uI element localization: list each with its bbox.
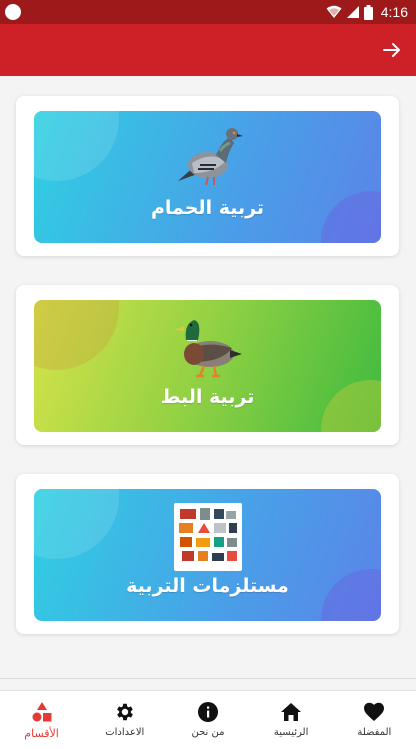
app-bar xyxy=(0,24,416,76)
duck-image xyxy=(173,320,242,378)
nav-item-settings[interactable]: الاعدادات xyxy=(83,691,166,749)
category-tile-supplies[interactable]: مستلزمات التربية xyxy=(34,489,381,621)
nav-item-home[interactable]: الرئيسية xyxy=(250,691,333,749)
nav-label: من نحن xyxy=(191,727,225,738)
battery-icon xyxy=(363,4,373,20)
home-icon xyxy=(281,703,302,721)
category-card-ducks: تربية البط xyxy=(16,285,399,445)
decor-circle xyxy=(34,300,119,370)
category-label: تربية الحمام xyxy=(150,197,265,219)
nav-item-favorites[interactable]: المفضلة xyxy=(333,691,416,749)
category-card-supplies: مستلزمات التربية xyxy=(16,474,399,634)
signal-icon xyxy=(346,6,359,18)
decor-circle xyxy=(34,489,119,559)
divider xyxy=(0,678,416,679)
pigeon-image xyxy=(177,128,243,186)
gear-icon xyxy=(116,703,133,721)
status-icons: 4:16 xyxy=(326,0,408,24)
category-tile-pigeons[interactable]: تربية الحمام xyxy=(34,111,381,243)
category-card-pigeons: تربية الحمام xyxy=(16,96,399,256)
category-label: مستلزمات التربية xyxy=(126,575,289,597)
wifi-icon xyxy=(326,5,342,18)
info-icon xyxy=(197,702,218,722)
nav-label: الرئيسية xyxy=(273,727,309,738)
nav-label: المفضلة xyxy=(357,727,392,738)
categories-list: تربية الحمام تربية البط مستلزمات التربية xyxy=(0,76,416,690)
category-label: تربية البط xyxy=(160,386,255,408)
supplies-image xyxy=(173,503,242,571)
decor-circle xyxy=(34,111,119,181)
status-bar: 4:16 xyxy=(0,0,416,24)
back-button[interactable] xyxy=(378,36,406,64)
nav-item-categories[interactable]: الأقسام xyxy=(0,691,83,749)
status-time: 4:16 xyxy=(380,4,408,20)
categories-icon xyxy=(32,702,52,722)
notification-dot-icon xyxy=(5,4,21,20)
nav-item-about[interactable]: من نحن xyxy=(166,691,249,749)
category-tile-ducks[interactable]: تربية البط xyxy=(34,300,381,432)
bottom-navigation: الأقسام الاعدادات من نحن الرئيسية المفضل… xyxy=(0,690,416,749)
nav-label: الاعدادات xyxy=(105,727,145,738)
arrow-icon xyxy=(383,43,400,57)
heart-icon xyxy=(364,702,385,721)
nav-label: الأقسام xyxy=(24,727,59,740)
